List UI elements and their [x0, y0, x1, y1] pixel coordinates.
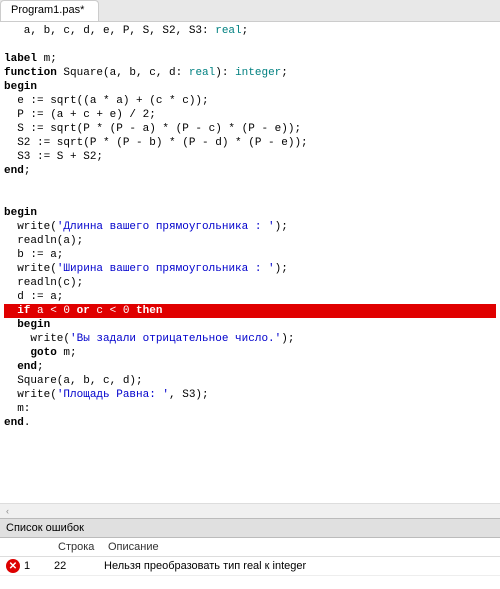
code-text: write( — [4, 389, 57, 401]
error-col-desc: Описание — [102, 538, 500, 556]
code-line: e := sqrt((a * a) + (c * c)); — [4, 95, 209, 107]
error-blank-row — [0, 575, 500, 589]
code-text: a < 0 — [30, 305, 76, 317]
code-text: ); — [281, 333, 294, 345]
code-editor[interactable]: a, b, c, d, e, P, S, S2, S3: real; label… — [0, 22, 500, 503]
code-line: readln(a); — [4, 235, 83, 247]
error-highlight-line: if a < 0 or c < 0 then — [4, 304, 496, 318]
string-literal: 'Ширина вашего прямоугольника : ' — [57, 263, 275, 275]
keyword: goto — [30, 347, 56, 359]
keyword: then — [136, 305, 162, 317]
code-line: readln(c); — [4, 277, 83, 289]
code-text: write( — [4, 333, 70, 345]
code-line: m: — [4, 403, 30, 415]
code-line: P := (a + c + e) / 2; — [4, 109, 156, 121]
code-text: ; — [37, 361, 44, 373]
code-text: m; — [37, 53, 57, 65]
code-text: ): — [215, 67, 235, 79]
keyword: begin — [4, 319, 50, 331]
type-keyword: integer — [235, 67, 281, 79]
keyword: label — [4, 53, 37, 65]
code-text — [4, 347, 30, 359]
code-line: Square(a, b, c, d); — [4, 375, 143, 387]
code-line: S2 := sqrt(P * (P - b) * (P - d) * (P - … — [4, 137, 308, 149]
type-keyword: real — [215, 25, 241, 37]
keyword: begin — [4, 81, 37, 93]
type-keyword: real — [189, 67, 215, 79]
error-icon: ✕ — [6, 559, 20, 573]
string-literal: 'Длинна вашего прямоугольника : ' — [57, 221, 275, 233]
code-text: ); — [275, 221, 288, 233]
tab-bar: Program1.pas* — [0, 0, 500, 22]
keyword: if — [4, 305, 30, 317]
code-text: m; — [57, 347, 77, 359]
code-text: c < 0 — [90, 305, 136, 317]
code-text: . — [24, 417, 31, 429]
code-text: ; — [242, 25, 249, 37]
error-col-empty — [22, 538, 52, 556]
code-text: , S3); — [169, 389, 209, 401]
keyword: end — [4, 417, 24, 429]
file-tab[interactable]: Program1.pas* — [0, 0, 99, 21]
code-text: write( — [4, 221, 57, 233]
code-text: write( — [4, 263, 57, 275]
error-columns-header: Строка Описание — [0, 538, 500, 557]
scroll-left-icon[interactable]: ‹ — [0, 504, 15, 519]
error-panel-title: Список ошибок — [0, 518, 500, 538]
keyword: begin — [4, 207, 37, 219]
keyword: end — [4, 361, 37, 373]
error-panel: Строка Описание ✕ 1 22 Нельзя преобразов… — [0, 538, 500, 589]
code-line: S := sqrt(P * (P - a) * (P - c) * (P - e… — [4, 123, 301, 135]
code-line: d := a; — [4, 291, 63, 303]
error-col-num: 22 — [54, 560, 104, 572]
horizontal-scrollbar[interactable]: ‹ — [0, 503, 500, 518]
string-literal: 'Площадь Равна: ' — [57, 389, 169, 401]
error-description: Нельзя преобразовать тип real к integer — [104, 560, 494, 572]
string-literal: 'Вы задали отрицательное число.' — [70, 333, 281, 345]
code-text: ; — [24, 165, 31, 177]
code-line: a, b, c, d, e, P, S, S2, S3: — [4, 25, 215, 37]
code-text: Square(a, b, c, d: — [57, 67, 189, 79]
keyword: function — [4, 67, 57, 79]
error-line-num: 1 — [24, 560, 54, 572]
code-text: ); — [275, 263, 288, 275]
error-col-line: Строка — [52, 538, 102, 556]
code-line: S3 := S + S2; — [4, 151, 103, 163]
error-row[interactable]: ✕ 1 22 Нельзя преобразовать тип real к i… — [0, 557, 500, 575]
keyword: or — [77, 305, 90, 317]
code-line: b := a; — [4, 249, 63, 261]
code-text: ; — [281, 67, 288, 79]
keyword: end — [4, 165, 24, 177]
